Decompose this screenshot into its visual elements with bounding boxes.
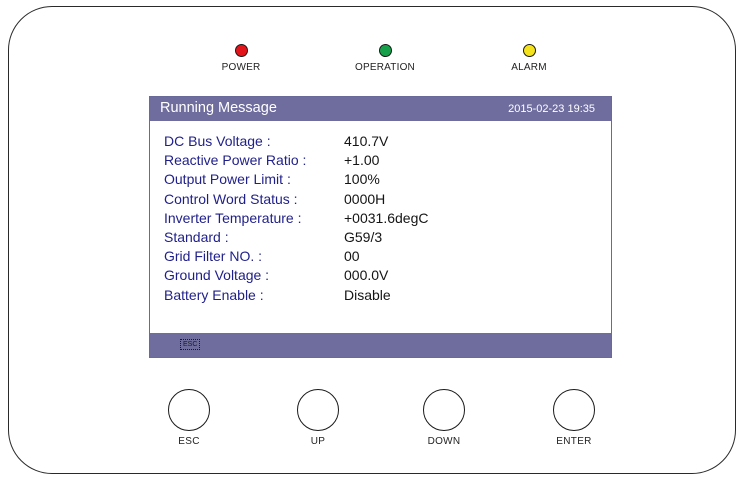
esc-button[interactable] [168, 389, 210, 431]
alarm-led-icon [522, 44, 536, 57]
list-item: DC Bus Voltage : 410.7V [164, 132, 428, 151]
running-message-list: DC Bus Voltage : 410.7V Reactive Power Ra… [164, 132, 428, 305]
row-label: Control Word Status : [164, 190, 298, 207]
row-value: 0000H [344, 190, 386, 207]
operation-led-icon [378, 44, 392, 57]
list-item: Inverter Temperature : +0031.6degC [164, 209, 428, 228]
operation-indicator: OPERATION [335, 44, 435, 73]
list-item: Grid Filter NO. : 00 [164, 247, 428, 266]
esc-hint: ESC [180, 339, 201, 350]
enter-button-label: ENTER [556, 436, 592, 447]
power-label: POWER [221, 62, 261, 73]
row-label: Reactive Power Ratio : [164, 152, 307, 169]
row-label: Grid Filter NO. : [164, 248, 263, 265]
down-button[interactable] [423, 389, 465, 431]
row-label: Battery Enable : [164, 286, 264, 303]
screen-title-bar: Running Message 2015-02-23 19:35 [150, 97, 611, 121]
list-item: Control Word Status : 0000H [164, 190, 428, 209]
esc-control: ESC [154, 389, 224, 447]
power-led-icon [234, 44, 248, 57]
screen-datetime: 2015-02-23 19:35 [508, 103, 595, 115]
row-label: Inverter Temperature : [164, 209, 302, 226]
row-label: DC Bus Voltage : [164, 133, 271, 149]
row-value: +1.00 [344, 152, 380, 169]
esc-button-label: ESC [178, 436, 200, 447]
row-label: Ground Voltage : [164, 267, 270, 284]
enter-button[interactable] [553, 389, 595, 431]
up-button[interactable] [297, 389, 339, 431]
power-indicator: POWER [191, 44, 291, 73]
lcd-screen: Running Message 2015-02-23 19:35 DC Bus … [149, 96, 612, 358]
row-value: G59/3 [344, 228, 383, 245]
list-item: Output Power Limit : 100% [164, 170, 428, 189]
row-value: 100% [344, 171, 380, 188]
operation-label: OPERATION [355, 62, 415, 73]
alarm-label: ALARM [511, 62, 547, 73]
down-button-label: DOWN [427, 436, 461, 447]
row-value: 410.7V [344, 133, 389, 149]
down-control: DOWN [409, 389, 479, 447]
screen-footer-bar: ESC [150, 333, 611, 357]
row-value: Disable [344, 286, 391, 303]
enter-control: ENTER [539, 389, 609, 447]
list-item: Ground Voltage : 000.0V [164, 266, 428, 285]
screen-title: Running Message [160, 100, 277, 116]
up-button-label: UP [310, 436, 326, 447]
up-control: UP [283, 389, 353, 447]
list-item: Standard : G59/3 [164, 228, 428, 247]
list-item: Battery Enable : Disable [164, 286, 428, 305]
row-value: +0031.6degC [344, 209, 429, 226]
row-label: Standard : [164, 228, 229, 245]
row-value: 000.0V [344, 267, 389, 284]
row-label: Output Power Limit : [164, 171, 291, 188]
row-value: 00 [344, 248, 360, 265]
list-item: Reactive Power Ratio : +1.00 [164, 151, 428, 170]
alarm-indicator: ALARM [479, 44, 579, 73]
